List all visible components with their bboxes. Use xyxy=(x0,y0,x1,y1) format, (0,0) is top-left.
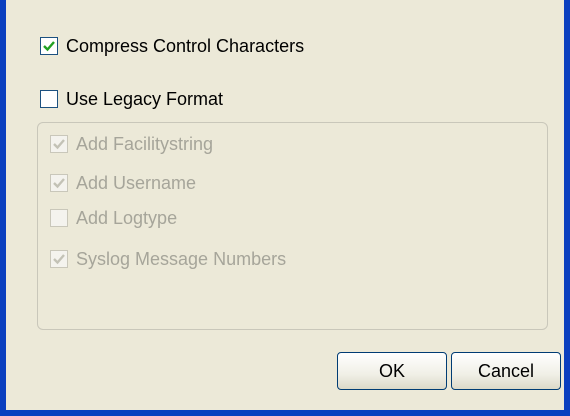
legacy-checkbox[interactable] xyxy=(40,90,58,108)
message-numbers-label: Syslog Message Numbers xyxy=(76,248,287,269)
checkmark-icon xyxy=(53,139,65,150)
compress-label: Compress Control Characters xyxy=(66,35,305,56)
dialog-window: Compress Control Characters Use Legacy F… xyxy=(0,0,570,416)
logtype-label: Add Logtype xyxy=(76,207,178,228)
checkmark-icon xyxy=(53,178,65,189)
compress-checkbox[interactable] xyxy=(40,37,58,55)
logtype-checkbox[interactable] xyxy=(50,209,68,227)
syslog-message-numbers-option[interactable]: Syslog Message Numbers xyxy=(50,247,286,271)
add-username-option[interactable]: Add Username xyxy=(50,171,196,195)
add-logtype-option[interactable]: Add Logtype xyxy=(50,206,177,230)
compress-control-characters-option[interactable]: Compress Control Characters xyxy=(40,34,304,58)
facilitystring-checkbox[interactable] xyxy=(50,135,68,153)
add-facilitystring-option[interactable]: Add Facilitystring xyxy=(50,132,213,156)
checkmark-icon xyxy=(53,254,65,265)
cancel-button[interactable]: Cancel xyxy=(451,352,561,390)
checkmark-icon xyxy=(43,41,55,52)
use-legacy-format-option[interactable]: Use Legacy Format xyxy=(40,87,223,111)
legacy-label: Use Legacy Format xyxy=(66,88,224,109)
username-checkbox[interactable] xyxy=(50,174,68,192)
ok-button[interactable]: OK xyxy=(337,352,447,390)
facilitystring-label: Add Facilitystring xyxy=(76,133,214,154)
username-label: Add Username xyxy=(76,172,197,193)
message-numbers-checkbox[interactable] xyxy=(50,250,68,268)
